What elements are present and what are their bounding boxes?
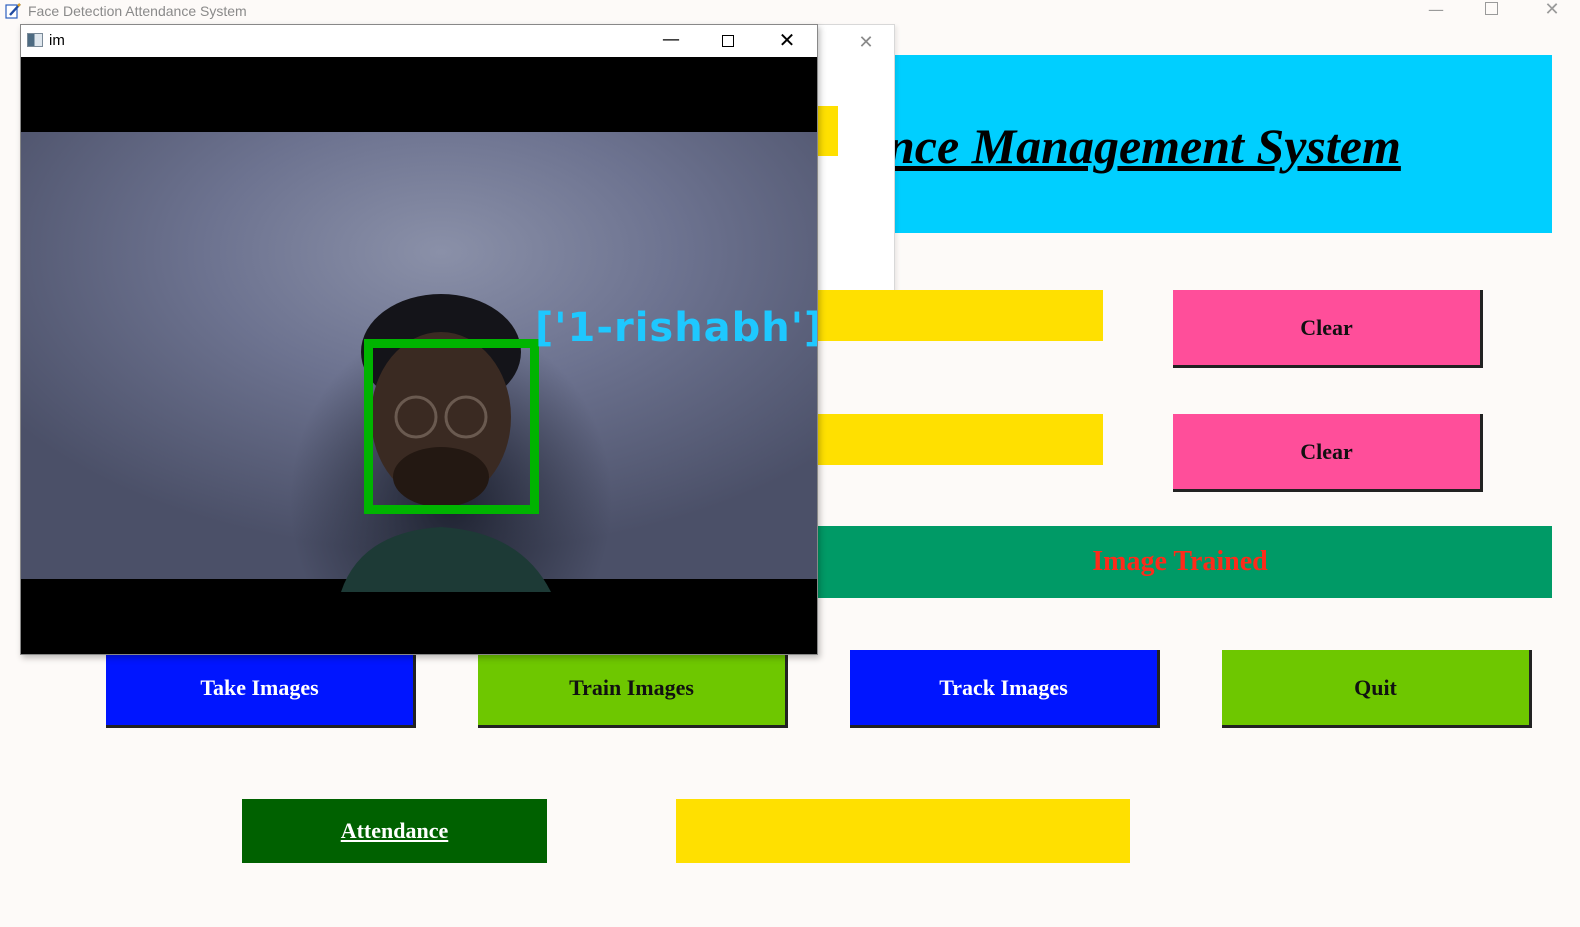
dialog-field (818, 106, 838, 156)
status-bar: Image Trained (818, 526, 1552, 598)
main-titlebar: Face Detection Attendance System — ✕ (0, 0, 1580, 22)
notepad-pen-icon (5, 3, 21, 19)
background-dialog (815, 24, 895, 310)
header-banner: nce Management System (895, 55, 1552, 233)
clear-id-button[interactable]: Clear (1173, 290, 1483, 368)
close-button[interactable]: ✕ (1542, 0, 1562, 20)
clear-name-button[interactable]: Clear (1173, 414, 1483, 492)
attendance-output-field (676, 799, 1130, 863)
face-detection-box (364, 339, 539, 514)
id-entry-field[interactable] (818, 290, 1103, 341)
camera-titlebar[interactable]: im — ✕ (21, 25, 817, 57)
camera-feed: ['1-rishabh'] (21, 57, 817, 654)
camera-minimize-button[interactable]: — (661, 29, 681, 50)
camera-maximize-button[interactable] (722, 35, 734, 47)
name-entry-field[interactable] (818, 414, 1103, 465)
recognized-face-label: ['1-rishabh'] (535, 305, 817, 351)
train-images-button[interactable]: Train Images (478, 650, 788, 728)
minimize-button[interactable]: — (1426, 0, 1446, 19)
webcam-image: ['1-rishabh'] (21, 132, 817, 592)
page-title: nce Management System (895, 118, 1401, 174)
dialog-close-icon[interactable]: ✕ (858, 32, 874, 53)
window-title: Face Detection Attendance System (28, 3, 247, 19)
status-message: Image Trained (1092, 546, 1268, 577)
track-images-button[interactable]: Track Images (850, 650, 1160, 728)
maximize-button[interactable] (1485, 2, 1498, 15)
camera-window-title: im (49, 32, 65, 49)
opencv-window-icon (27, 33, 43, 47)
camera-window[interactable]: im — ✕ ['1-rishabh'] (20, 24, 818, 655)
take-images-button[interactable]: Take Images (106, 650, 416, 728)
attendance-button[interactable]: Attendance (242, 799, 547, 863)
quit-button[interactable]: Quit (1222, 650, 1532, 728)
camera-close-button[interactable]: ✕ (777, 28, 797, 52)
